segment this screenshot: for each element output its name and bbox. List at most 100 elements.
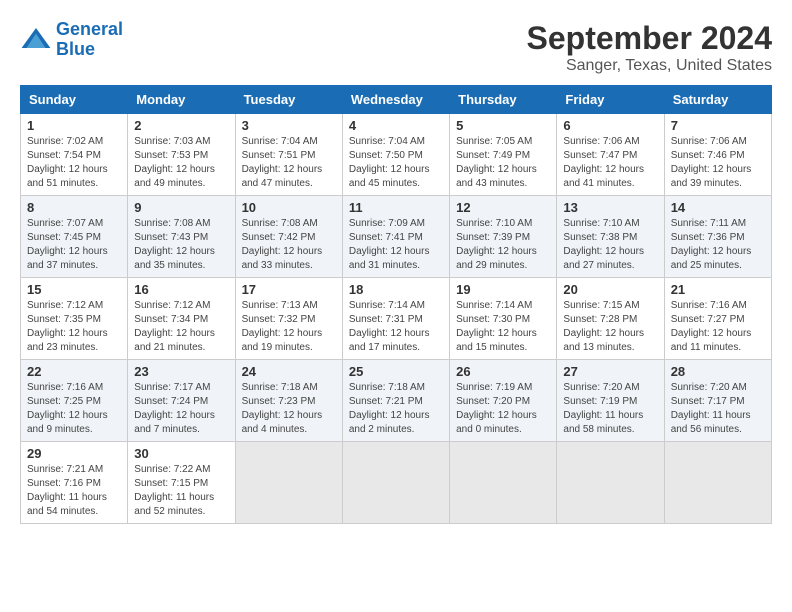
column-header-saturday: Saturday	[664, 86, 771, 114]
column-header-wednesday: Wednesday	[342, 86, 449, 114]
calendar-cell: 16 Sunrise: 7:12 AMSunset: 7:34 PMDayligh…	[128, 278, 235, 360]
day-number: 29	[27, 446, 121, 461]
calendar-cell: 13 Sunrise: 7:10 AMSunset: 7:38 PMDayligh…	[557, 196, 664, 278]
logo: General Blue	[20, 20, 123, 60]
day-info: Sunrise: 7:12 AMSunset: 7:35 PMDaylight:…	[27, 299, 121, 355]
day-number: 8	[27, 200, 121, 215]
column-header-thursday: Thursday	[450, 86, 557, 114]
day-number: 3	[242, 118, 336, 133]
day-number: 6	[563, 118, 657, 133]
calendar-cell: 1 Sunrise: 7:02 AMSunset: 7:54 PMDaylight…	[21, 114, 128, 196]
day-number: 22	[27, 364, 121, 379]
calendar-cell: 30Sunrise: 7:22 AMSunset: 7:15 PMDayligh…	[128, 442, 235, 524]
day-info: Sunrise: 7:14 AMSunset: 7:30 PMDaylight:…	[456, 299, 550, 355]
day-number: 10	[242, 200, 336, 215]
calendar-cell: 6 Sunrise: 7:06 AMSunset: 7:47 PMDaylight…	[557, 114, 664, 196]
day-number: 15	[27, 282, 121, 297]
column-header-monday: Monday	[128, 86, 235, 114]
calendar-cell: 2 Sunrise: 7:03 AMSunset: 7:53 PMDaylight…	[128, 114, 235, 196]
day-info: Sunrise: 7:15 AMSunset: 7:28 PMDaylight:…	[563, 299, 657, 355]
day-number: 19	[456, 282, 550, 297]
day-info: Sunrise: 7:06 AMSunset: 7:46 PMDaylight:…	[671, 135, 765, 191]
day-number: 11	[349, 200, 443, 215]
calendar-week-1: 1 Sunrise: 7:02 AMSunset: 7:54 PMDaylight…	[21, 114, 772, 196]
calendar-cell: 15 Sunrise: 7:12 AMSunset: 7:35 PMDayligh…	[21, 278, 128, 360]
calendar-cell	[450, 442, 557, 524]
day-number: 25	[349, 364, 443, 379]
calendar-cell: 9Sunrise: 7:08 AMSunset: 7:43 PMDaylight…	[128, 196, 235, 278]
calendar-cell: 3 Sunrise: 7:04 AMSunset: 7:51 PMDaylight…	[235, 114, 342, 196]
calendar-cell: 18 Sunrise: 7:14 AMSunset: 7:31 PMDayligh…	[342, 278, 449, 360]
calendar-cell: 23 Sunrise: 7:17 AMSunset: 7:24 PMDayligh…	[128, 360, 235, 442]
day-info: Sunrise: 7:03 AMSunset: 7:53 PMDaylight:…	[134, 135, 228, 191]
calendar-cell	[557, 442, 664, 524]
main-title: September 2024	[527, 20, 772, 57]
day-info: Sunrise: 7:07 AMSunset: 7:45 PMDaylight:…	[27, 217, 121, 273]
calendar-cell: 27 Sunrise: 7:20 AMSunset: 7:19 PMDayligh…	[557, 360, 664, 442]
calendar-week-3: 15 Sunrise: 7:12 AMSunset: 7:35 PMDayligh…	[21, 278, 772, 360]
day-number: 20	[563, 282, 657, 297]
day-number: 13	[563, 200, 657, 215]
day-info: Sunrise: 7:04 AMSunset: 7:51 PMDaylight:…	[242, 135, 336, 191]
calendar-cell: 11 Sunrise: 7:09 AMSunset: 7:41 PMDayligh…	[342, 196, 449, 278]
day-number: 30	[134, 446, 228, 461]
column-header-sunday: Sunday	[21, 86, 128, 114]
day-number: 1	[27, 118, 121, 133]
day-info: Sunrise: 7:08 AMSunset: 7:42 PMDaylight:…	[242, 217, 336, 273]
day-number: 16	[134, 282, 228, 297]
calendar-cell: 7Sunrise: 7:06 AMSunset: 7:46 PMDaylight…	[664, 114, 771, 196]
logo-line1: General	[56, 19, 123, 39]
day-info: Sunrise: 7:19 AMSunset: 7:20 PMDaylight:…	[456, 381, 550, 437]
day-number: 2	[134, 118, 228, 133]
day-number: 18	[349, 282, 443, 297]
day-info: Sunrise: 7:09 AMSunset: 7:41 PMDaylight:…	[349, 217, 443, 273]
day-info: Sunrise: 7:04 AMSunset: 7:50 PMDaylight:…	[349, 135, 443, 191]
calendar-table: SundayMondayTuesdayWednesdayThursdayFrid…	[20, 85, 772, 524]
day-info: Sunrise: 7:06 AMSunset: 7:47 PMDaylight:…	[563, 135, 657, 191]
calendar-week-4: 22 Sunrise: 7:16 AMSunset: 7:25 PMDayligh…	[21, 360, 772, 442]
title-section: September 2024 Sanger, Texas, United Sta…	[527, 20, 772, 75]
day-number: 24	[242, 364, 336, 379]
calendar-cell: 22 Sunrise: 7:16 AMSunset: 7:25 PMDayligh…	[21, 360, 128, 442]
logo-line2: Blue	[56, 39, 95, 59]
day-info: Sunrise: 7:13 AMSunset: 7:32 PMDaylight:…	[242, 299, 336, 355]
calendar-cell: 19 Sunrise: 7:14 AMSunset: 7:30 PMDayligh…	[450, 278, 557, 360]
day-number: 28	[671, 364, 765, 379]
day-info: Sunrise: 7:14 AMSunset: 7:31 PMDaylight:…	[349, 299, 443, 355]
logo-icon	[20, 24, 52, 56]
day-number: 14	[671, 200, 765, 215]
subtitle: Sanger, Texas, United States	[527, 57, 772, 75]
calendar-cell: 4Sunrise: 7:04 AMSunset: 7:50 PMDaylight…	[342, 114, 449, 196]
day-info: Sunrise: 7:05 AMSunset: 7:49 PMDaylight:…	[456, 135, 550, 191]
day-number: 5	[456, 118, 550, 133]
day-info: Sunrise: 7:17 AMSunset: 7:24 PMDaylight:…	[134, 381, 228, 437]
day-number: 23	[134, 364, 228, 379]
day-info: Sunrise: 7:10 AMSunset: 7:38 PMDaylight:…	[563, 217, 657, 273]
day-number: 27	[563, 364, 657, 379]
day-info: Sunrise: 7:02 AMSunset: 7:54 PMDaylight:…	[27, 135, 121, 191]
calendar-header-row: SundayMondayTuesdayWednesdayThursdayFrid…	[21, 86, 772, 114]
calendar-cell: 25Sunrise: 7:18 AMSunset: 7:21 PMDayligh…	[342, 360, 449, 442]
logo-text: General Blue	[56, 20, 123, 60]
calendar-cell	[664, 442, 771, 524]
day-info: Sunrise: 7:21 AMSunset: 7:16 PMDaylight:…	[27, 463, 121, 519]
day-info: Sunrise: 7:08 AMSunset: 7:43 PMDaylight:…	[134, 217, 228, 273]
day-info: Sunrise: 7:16 AMSunset: 7:25 PMDaylight:…	[27, 381, 121, 437]
calendar-cell: 28Sunrise: 7:20 AMSunset: 7:17 PMDayligh…	[664, 360, 771, 442]
day-info: Sunrise: 7:12 AMSunset: 7:34 PMDaylight:…	[134, 299, 228, 355]
column-header-tuesday: Tuesday	[235, 86, 342, 114]
calendar-cell: 5 Sunrise: 7:05 AMSunset: 7:49 PMDaylight…	[450, 114, 557, 196]
day-info: Sunrise: 7:20 AMSunset: 7:19 PMDaylight:…	[563, 381, 657, 437]
calendar-cell: 12Sunrise: 7:10 AMSunset: 7:39 PMDayligh…	[450, 196, 557, 278]
page-header: General Blue September 2024 Sanger, Texa…	[20, 20, 772, 75]
day-info: Sunrise: 7:11 AMSunset: 7:36 PMDaylight:…	[671, 217, 765, 273]
calendar-cell: 10 Sunrise: 7:08 AMSunset: 7:42 PMDayligh…	[235, 196, 342, 278]
calendar-cell: 20 Sunrise: 7:15 AMSunset: 7:28 PMDayligh…	[557, 278, 664, 360]
calendar-cell: 24Sunrise: 7:18 AMSunset: 7:23 PMDayligh…	[235, 360, 342, 442]
calendar-week-5: 29 Sunrise: 7:21 AMSunset: 7:16 PMDayligh…	[21, 442, 772, 524]
day-number: 21	[671, 282, 765, 297]
calendar-week-2: 8 Sunrise: 7:07 AMSunset: 7:45 PMDaylight…	[21, 196, 772, 278]
calendar-cell: 26Sunrise: 7:19 AMSunset: 7:20 PMDayligh…	[450, 360, 557, 442]
calendar-cell: 14 Sunrise: 7:11 AMSunset: 7:36 PMDayligh…	[664, 196, 771, 278]
day-number: 17	[242, 282, 336, 297]
